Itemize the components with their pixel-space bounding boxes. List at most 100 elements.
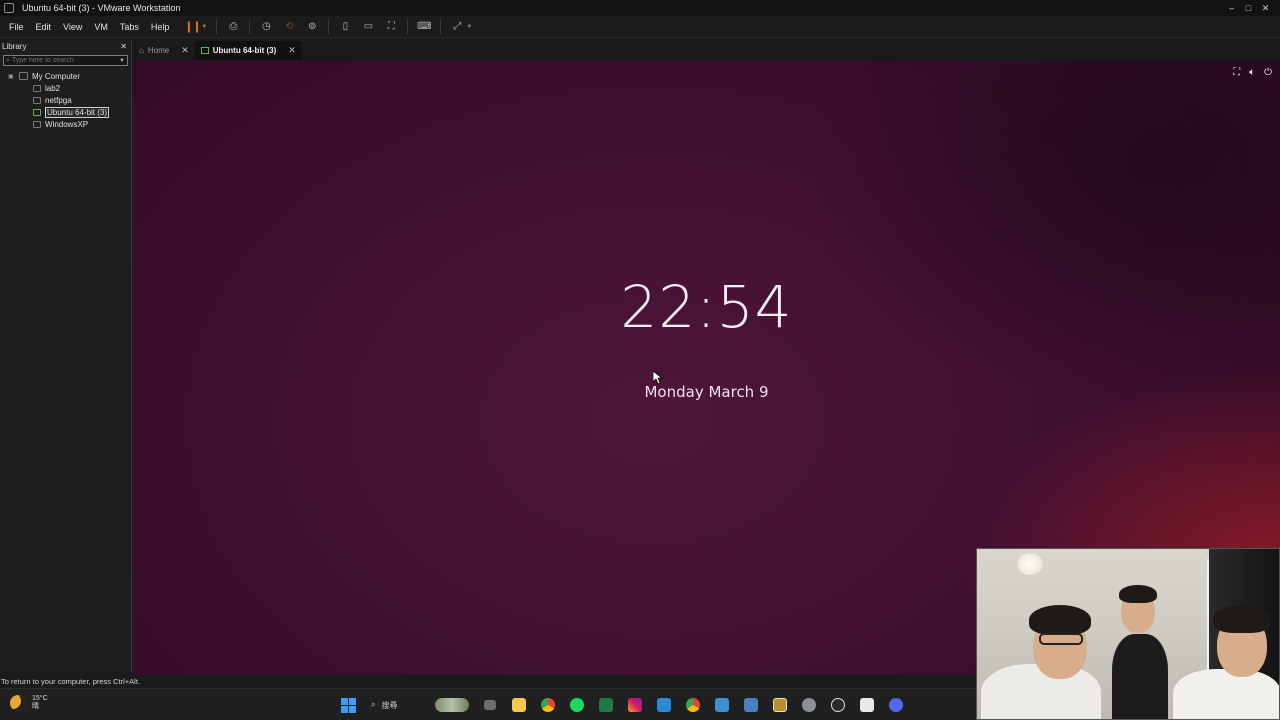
vscode-icon[interactable] (649, 694, 678, 716)
weather-widget[interactable]: 15°C 晴 (10, 695, 48, 711)
webcam-overlay (976, 548, 1280, 720)
pause-dropdown-icon[interactable]: ▼ (201, 24, 207, 30)
menu-bar: File Edit View VM Tabs Help ❙❙ ▼ ⎙ ◷ ⟲ ⊚… (0, 16, 1280, 38)
ubuntu-status-area[interactable]: ⛶ 🔈︎ ⏻ (1233, 67, 1272, 78)
weather-text: 15°C 晴 (32, 695, 48, 711)
library-search-input[interactable] (11, 57, 112, 64)
ceiling-light (1017, 553, 1043, 575)
close-tab-icon[interactable]: ✕ (288, 45, 296, 56)
toolbar-separator (407, 19, 409, 34)
instagram-icon[interactable] (620, 694, 649, 716)
windows-logo-icon (341, 697, 356, 713)
tree-item-label: My Computer (32, 71, 81, 81)
search-highlight-image[interactable] (435, 698, 469, 712)
stretch-guest-icon[interactable]: ⤢ (450, 20, 464, 34)
toolbar-separator (328, 19, 330, 34)
vmware-taskbar-icon[interactable] (765, 694, 794, 716)
window-controls: – □ ✕ (1223, 3, 1274, 14)
revert-snapshot-icon[interactable]: ⟲ (282, 20, 296, 34)
file-explorer-icon[interactable] (504, 694, 533, 716)
vmware-window: Ubuntu 64-bit (3) - VMware Workstation –… (0, 0, 1280, 720)
search-dropdown-icon[interactable]: ▼ (119, 58, 125, 64)
library-title: Library (2, 42, 27, 51)
discord-icon[interactable] (881, 694, 910, 716)
gmail-icon[interactable] (852, 694, 881, 716)
chrome-profile-icon[interactable] (678, 694, 707, 716)
collapse-icon[interactable]: ▣ (8, 73, 16, 80)
taskbar-search-label: 搜尋 (381, 700, 398, 710)
vm-icon (33, 96, 41, 104)
search-icon: ⌕ (6, 56, 10, 64)
menu-help[interactable]: Help (145, 22, 176, 32)
pause-icon[interactable]: ❙❙ (184, 20, 201, 34)
snapshot-icon[interactable]: ◷ (259, 20, 273, 34)
tab-label: Ubuntu 64-bit (3) (212, 46, 277, 55)
thumbnail-bar-icon[interactable]: ▭ (361, 20, 375, 34)
power-icon: ⏻ (1264, 67, 1272, 78)
tab-home[interactable]: ⌂ Home ✕ (133, 41, 195, 60)
taskbar-apps: ⌕ 搜尋 (334, 694, 910, 716)
tree-item-netfpga[interactable]: netfpga (0, 94, 131, 106)
tree-item-label: netfpga (45, 95, 72, 105)
toolbar-separator (249, 19, 251, 34)
menu-file[interactable]: File (0, 22, 30, 32)
tab-bar: ⌂ Home ✕ Ubuntu 64-bit (3) ✕ (133, 41, 1280, 60)
taskbar-search[interactable]: ⌕ 搜尋 (363, 695, 429, 715)
toolbar: ❙❙ ▼ ⎙ ◷ ⟲ ⊚ ▯ ▭ ⛶ ⌨ ⤢ ▼ (184, 19, 472, 34)
title-bar: Ubuntu 64-bit (3) - VMware Workstation –… (0, 0, 1280, 16)
tree-item-lab2[interactable]: lab2 (0, 82, 131, 94)
weather-temperature: 15°C (32, 695, 48, 702)
menu-edit[interactable]: Edit (30, 22, 58, 32)
menu-vm[interactable]: VM (88, 22, 114, 32)
tree-item-windowsxp[interactable]: WindowsXP (0, 118, 131, 130)
snapshot-manager-icon[interactable]: ⊚ (305, 20, 319, 34)
library-panel: Library ✕ ⌕ ▼ ▣ My Computer lab2 netfpga (0, 40, 132, 672)
send-ctrl-alt-del-icon[interactable]: ⎙ (226, 20, 240, 34)
vmware-app-icon (4, 3, 14, 13)
minimize-button[interactable]: – (1223, 3, 1240, 14)
running-vm-icon (33, 108, 41, 116)
moon-icon (10, 695, 26, 711)
tab-label: Home (147, 46, 170, 55)
library-header: Library ✕ (0, 40, 131, 53)
console-icon[interactable]: ⌨ (417, 20, 431, 34)
stretch-dropdown-icon[interactable]: ▼ (466, 24, 472, 30)
tree-item-label: WindowsXP (45, 119, 89, 129)
github-icon[interactable] (823, 694, 852, 716)
chrome-icon[interactable] (533, 694, 562, 716)
home-icon: ⌂ (139, 46, 144, 55)
toolbar-separator (440, 19, 442, 34)
show-library-icon[interactable]: ▯ (338, 20, 352, 34)
full-screen-icon[interactable]: ⛶ (384, 20, 398, 34)
tab-ubuntu[interactable]: Ubuntu 64-bit (3) ✕ (194, 41, 302, 60)
tree-item-label: Ubuntu 64-bit (3) (45, 106, 110, 118)
close-tab-icon[interactable]: ✕ (181, 45, 189, 56)
computer-icon (19, 72, 28, 80)
library-search-box[interactable]: ⌕ ▼ (3, 55, 128, 66)
vm-tree: ▣ My Computer lab2 netfpga Ubuntu 64-bit… (0, 70, 131, 130)
lock-screen-date: Monday March 9 (644, 383, 769, 401)
running-vm-icon (200, 47, 209, 54)
network-icon: ⛶ (1233, 67, 1241, 78)
task-view-icon[interactable] (475, 694, 504, 716)
visual-studio-icon[interactable] (707, 694, 736, 716)
search-icon: ⌕ (371, 700, 376, 709)
settings-icon[interactable] (794, 694, 823, 716)
library-close-button[interactable]: ✕ (120, 42, 127, 51)
lock-screen-time: 22:54 (620, 273, 793, 341)
vm-icon (33, 120, 41, 128)
vm-icon (33, 84, 41, 92)
start-button[interactable] (334, 694, 363, 716)
tree-item-label: lab2 (45, 83, 61, 93)
calculator-icon[interactable] (736, 694, 765, 716)
tree-item-my-computer[interactable]: ▣ My Computer (0, 70, 131, 82)
close-window-button[interactable]: ✕ (1257, 3, 1274, 14)
toolbar-separator (216, 19, 218, 34)
spotify-icon[interactable] (562, 694, 591, 716)
menu-tabs[interactable]: Tabs (114, 22, 145, 32)
tree-item-ubuntu[interactable]: Ubuntu 64-bit (3) (0, 106, 131, 118)
maximize-button[interactable]: □ (1240, 3, 1257, 14)
menu-view[interactable]: View (57, 22, 88, 32)
excel-icon[interactable] (591, 694, 620, 716)
window-title: Ubuntu 64-bit (3) - VMware Workstation (22, 3, 181, 13)
